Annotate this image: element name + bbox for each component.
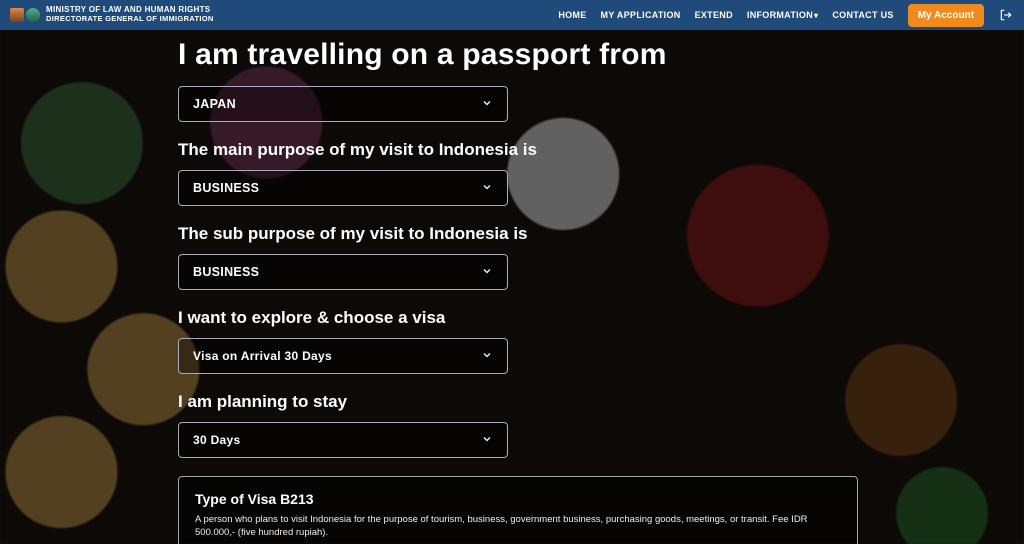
nav-information[interactable]: INFORMATION▾: [747, 10, 818, 20]
chevron-down-icon: [481, 433, 493, 448]
explore-visa-value: Visa on Arrival 30 Days: [193, 349, 332, 363]
ministry-line2: DIRECTORATE GENERAL OF IMMIGRATION: [46, 15, 214, 23]
my-account-button[interactable]: My Account: [908, 4, 984, 27]
explore-visa-label: I want to explore & choose a visa: [178, 308, 1024, 328]
stay-duration-select[interactable]: 30 Days: [178, 422, 508, 458]
main-purpose-select[interactable]: BUSINESS: [178, 170, 508, 206]
visa-type-description: A person who plans to visit Indonesia fo…: [195, 513, 841, 540]
chevron-down-icon: [481, 349, 493, 364]
passport-country-select[interactable]: JAPAN: [178, 86, 508, 122]
visa-type-title: Type of Visa B213: [195, 491, 841, 507]
sub-purpose-label: The sub purpose of my visit to Indonesia…: [178, 224, 1024, 244]
logo-emblem-2: [26, 8, 40, 22]
chevron-down-icon: [481, 97, 493, 112]
main-content: I am travelling on a passport from JAPAN…: [0, 38, 1024, 544]
brand-logos: [10, 8, 40, 22]
explore-visa-select[interactable]: Visa on Arrival 30 Days: [178, 338, 508, 374]
chevron-down-icon: [481, 181, 493, 196]
visa-info-box: Type of Visa B213 A person who plans to …: [178, 476, 858, 544]
main-purpose-value: BUSINESS: [193, 181, 259, 195]
stay-duration-value: 30 Days: [193, 433, 240, 447]
main-purpose-label: The main purpose of my visit to Indonesi…: [178, 140, 1024, 160]
nav-contact-us[interactable]: CONTACT US: [832, 10, 893, 20]
logout-icon[interactable]: [998, 7, 1014, 23]
logo-emblem-1: [10, 8, 24, 22]
sub-purpose-select[interactable]: BUSINESS: [178, 254, 508, 290]
stay-duration-label: I am planning to stay: [178, 392, 1024, 412]
nav-home[interactable]: HOME: [558, 10, 586, 20]
brand: MINISTRY OF LAW AND HUMAN RIGHTS DIRECTO…: [10, 6, 214, 23]
chevron-down-icon: [481, 265, 493, 280]
nav-information-label: INFORMATION: [747, 10, 813, 20]
sub-purpose-value: BUSINESS: [193, 265, 259, 279]
nav-my-application[interactable]: MY APPLICATION: [601, 10, 681, 20]
chevron-down-icon: ▾: [814, 11, 818, 20]
passport-country-value: JAPAN: [193, 97, 236, 111]
primary-nav: HOME MY APPLICATION EXTEND INFORMATION▾ …: [558, 4, 1014, 27]
top-nav-bar: MINISTRY OF LAW AND HUMAN RIGHTS DIRECTO…: [0, 0, 1024, 30]
nav-extend[interactable]: EXTEND: [695, 10, 733, 20]
brand-text: MINISTRY OF LAW AND HUMAN RIGHTS DIRECTO…: [46, 6, 214, 23]
page-heading: I am travelling on a passport from: [178, 38, 1024, 72]
